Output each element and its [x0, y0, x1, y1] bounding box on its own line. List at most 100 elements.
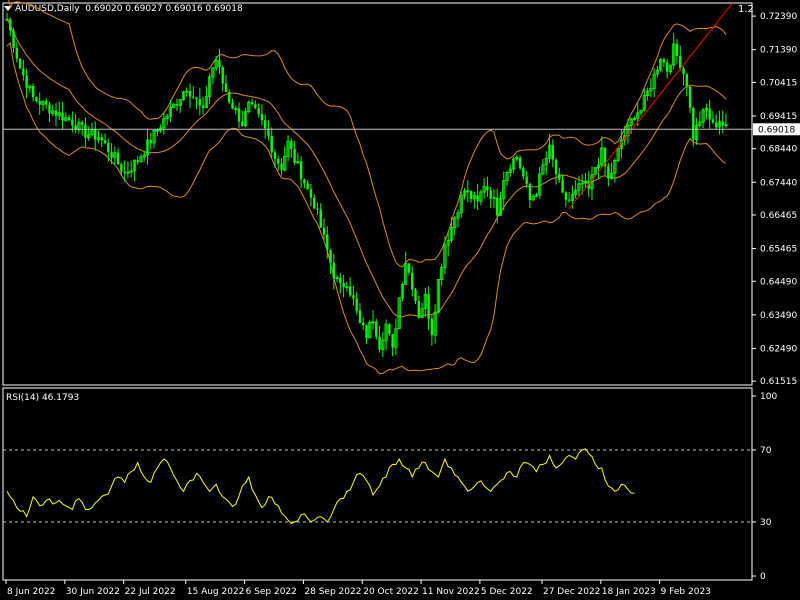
candle-body-down: [299, 161, 303, 180]
candle: [525, 170, 528, 188]
candle-body-down: [558, 174, 561, 180]
candle-body-down: [322, 227, 326, 235]
candle: [48, 101, 51, 123]
candle: [234, 105, 238, 115]
time-tick-label: 27 Dec 2022: [543, 587, 601, 597]
candle: [613, 158, 617, 183]
candle: [54, 103, 58, 127]
candle: [414, 288, 417, 305]
candle: [228, 89, 231, 104]
candle: [38, 92, 41, 115]
candle: [175, 98, 179, 112]
candle-body-down: [391, 334, 394, 348]
candle-body-down: [679, 55, 682, 69]
price-tick-label: 0.68440: [760, 145, 797, 155]
candle-body-down: [100, 137, 103, 141]
price-chart[interactable]: 0.72390 0.71390 0.70415 0.69415 0.68440 0.674…: [0, 0, 800, 600]
candle-body-down: [290, 141, 293, 149]
candle: [316, 202, 319, 215]
candle: [564, 191, 568, 208]
candle: [672, 32, 676, 70]
rsi-tick-label: 30: [760, 518, 772, 528]
candle: [449, 216, 454, 243]
candle-body-down: [18, 58, 22, 69]
candle-body-down: [45, 100, 48, 105]
candle: [551, 139, 554, 168]
candle: [283, 146, 287, 172]
candle: [241, 110, 244, 127]
candle-body-down: [414, 289, 417, 302]
candle-body-down: [525, 176, 528, 184]
candle-body-down: [107, 142, 110, 153]
candle: [257, 103, 260, 118]
candle: [469, 190, 473, 203]
candle-body-down: [708, 108, 711, 120]
candle: [433, 304, 437, 344]
candle-body-down: [711, 119, 715, 123]
candle-body-down: [280, 163, 283, 171]
time-tick-label: 28 Sep 2022: [304, 587, 361, 597]
candle: [145, 128, 150, 165]
candle: [100, 133, 103, 147]
candle-body-down: [564, 192, 568, 200]
candle: [172, 103, 176, 108]
candle: [456, 209, 460, 228]
candle-body-down: [12, 30, 15, 48]
candle: [286, 135, 290, 162]
candle-body-down: [675, 43, 679, 56]
candle-body-down: [31, 85, 35, 97]
candle: [394, 318, 398, 356]
candle: [482, 178, 486, 199]
middle-band-line: [6, 18, 727, 318]
candle: [5, 12, 9, 21]
candle: [84, 117, 87, 147]
candle: [544, 151, 548, 175]
candle-body-down: [273, 152, 277, 159]
trend-line[interactable]: [568, 2, 733, 210]
candle: [668, 64, 673, 75]
price-tick-label: 0.70415: [760, 78, 797, 88]
candle: [496, 188, 499, 224]
candle: [574, 180, 578, 199]
candle: [600, 136, 604, 169]
candle-body-down: [342, 282, 345, 288]
candle: [371, 310, 375, 330]
candle: [538, 166, 542, 199]
candle-body-down: [103, 140, 107, 143]
candle: [22, 59, 25, 81]
candle: [221, 65, 224, 92]
candle: [28, 84, 32, 93]
candle: [267, 120, 270, 141]
candle: [263, 114, 267, 139]
candle-body-down: [427, 294, 430, 319]
candle: [260, 104, 264, 126]
candle: [31, 83, 35, 102]
candle: [639, 109, 643, 116]
candle-body-down: [388, 324, 391, 335]
candle: [254, 100, 257, 110]
time-tick-label: 20 Oct 2022: [363, 587, 419, 597]
candle: [679, 45, 682, 71]
candle: [208, 73, 212, 104]
candle: [162, 112, 166, 135]
candle: [378, 325, 381, 353]
candle: [397, 297, 401, 330]
candle-body-down: [469, 190, 473, 199]
candle-body-down: [110, 152, 113, 158]
candle: [237, 102, 241, 128]
time-tick-label: 6 Sep 2022: [246, 587, 297, 597]
candle: [675, 39, 679, 64]
candle-body-down: [270, 135, 273, 153]
candle-body-down: [9, 19, 12, 31]
candle: [375, 318, 378, 340]
candle-body-down: [218, 60, 221, 68]
time-tick-label: 15 Aug 2022: [187, 587, 245, 597]
candle: [652, 68, 656, 98]
candle: [126, 161, 130, 179]
candle-body-down: [476, 195, 479, 202]
candle-body-down: [607, 166, 610, 179]
candle: [541, 158, 545, 175]
candle: [698, 111, 702, 128]
candle: [214, 55, 218, 72]
candle: [368, 319, 372, 339]
